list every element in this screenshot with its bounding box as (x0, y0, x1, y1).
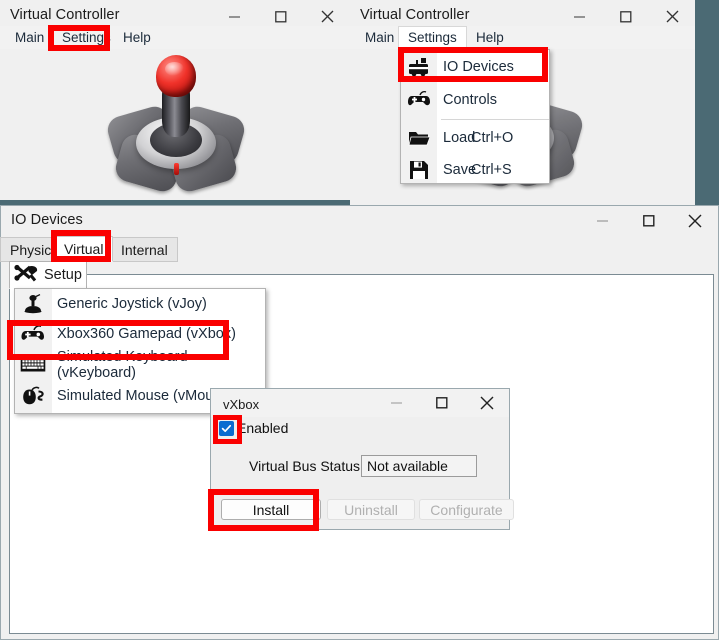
tab-virtual[interactable]: Virtual (54, 236, 114, 262)
gamepad-icon (401, 83, 437, 118)
menu-help-left[interactable]: Help (114, 26, 160, 49)
floppy-disk-icon (401, 153, 437, 188)
minimize-button-vxbox[interactable] (374, 389, 419, 417)
menubar-right: Main Settings Help (350, 26, 695, 49)
window-title-left: Virtual Controller (10, 7, 120, 23)
menu-item-save-accel: Ctrl+S (471, 162, 512, 178)
setup-item-generic-joystick[interactable]: Generic Joystick (vJoy) (15, 289, 265, 319)
menu-item-load-label: Load (443, 130, 476, 146)
enabled-label: Enabled (237, 420, 289, 436)
install-button[interactable]: Install (221, 499, 321, 520)
setup-tab-label: Setup (44, 267, 82, 283)
menu-settings-right[interactable]: Settings (398, 26, 467, 49)
window-controls-vxbox (374, 389, 509, 417)
mouse-icon (15, 378, 51, 413)
vxbox-dialog: vXbox Enabled Virtual Bus Status Not ava… (210, 388, 514, 530)
setup-item-simulated-mouse-label: Simulated Mouse (vMouse) (57, 387, 234, 404)
check-icon (221, 424, 232, 433)
titlebar-io: IO Devices (1, 206, 718, 236)
maximize-button-io[interactable] (626, 206, 672, 236)
joystick-image-left (104, 55, 248, 195)
menu-main-left[interactable]: Main (6, 26, 53, 49)
menu-separator (441, 119, 549, 120)
menu-main-right[interactable]: Main (356, 26, 403, 49)
setup-item-generic-joystick-label: Generic Joystick (vJoy) (57, 296, 207, 312)
maximize-button-vxbox[interactable] (419, 389, 464, 417)
configurate-button: Configurate (419, 499, 514, 520)
setup-item-xbox360-gamepad[interactable]: Xbox360 Gamepad (vXbox) (15, 319, 265, 349)
virtual-bus-status-label: Virtual Bus Status (249, 458, 361, 474)
tab-internal[interactable]: Internal (111, 237, 178, 262)
setup-tab[interactable]: Setup (9, 261, 87, 289)
window-title-vxbox: vXbox (223, 397, 260, 412)
enabled-checkbox[interactable] (219, 421, 234, 436)
virtual-bus-status-value: Not available (361, 455, 477, 477)
menu-item-load[interactable]: Load Ctrl+O (401, 122, 549, 154)
menu-item-io-devices-label: IO Devices (443, 58, 514, 75)
window-title-right: Virtual Controller (360, 7, 470, 23)
close-button-io[interactable] (672, 206, 718, 236)
menu-item-controls[interactable]: Controls (401, 83, 549, 117)
setup-item-simulated-keyboard[interactable]: Simulated Keyboard (vKeyboard) (15, 347, 265, 382)
keyboard-icon (15, 347, 51, 382)
menu-settings-left[interactable]: Settings (53, 26, 120, 49)
virtual-controller-window-left: Virtual Controller Main Settings Help (0, 0, 350, 200)
menu-help-right[interactable]: Help (467, 26, 513, 49)
menu-item-load-accel: Ctrl+O (471, 130, 514, 146)
close-button-vxbox[interactable] (464, 389, 509, 417)
menu-item-controls-label: Controls (443, 92, 497, 108)
settings-dropdown-menu: IO Devices Controls Load Ctrl+O Save Ctr… (400, 49, 550, 184)
io-tabstrip: Physical Virtual Internal (0, 236, 718, 262)
titlebar-vxbox: vXbox (211, 389, 509, 417)
window-title-io: IO Devices (11, 212, 83, 228)
folder-icon (401, 121, 437, 156)
setup-item-xbox360-gamepad-label: Xbox360 Gamepad (vXbox) (57, 326, 236, 342)
setup-item-simulated-keyboard-label: Simulated Keyboard (vKeyboard) (57, 348, 188, 381)
toolbox-icon (401, 49, 437, 84)
menubar-left: Main Settings Help (0, 26, 350, 49)
uninstall-button: Uninstall (327, 499, 415, 520)
minimize-button-io[interactable] (580, 206, 626, 236)
menu-item-save[interactable]: Save Ctrl+S (401, 154, 549, 186)
window-controls-io (580, 206, 718, 236)
menu-item-io-devices[interactable]: IO Devices (401, 50, 549, 83)
tools-icon (14, 264, 40, 286)
